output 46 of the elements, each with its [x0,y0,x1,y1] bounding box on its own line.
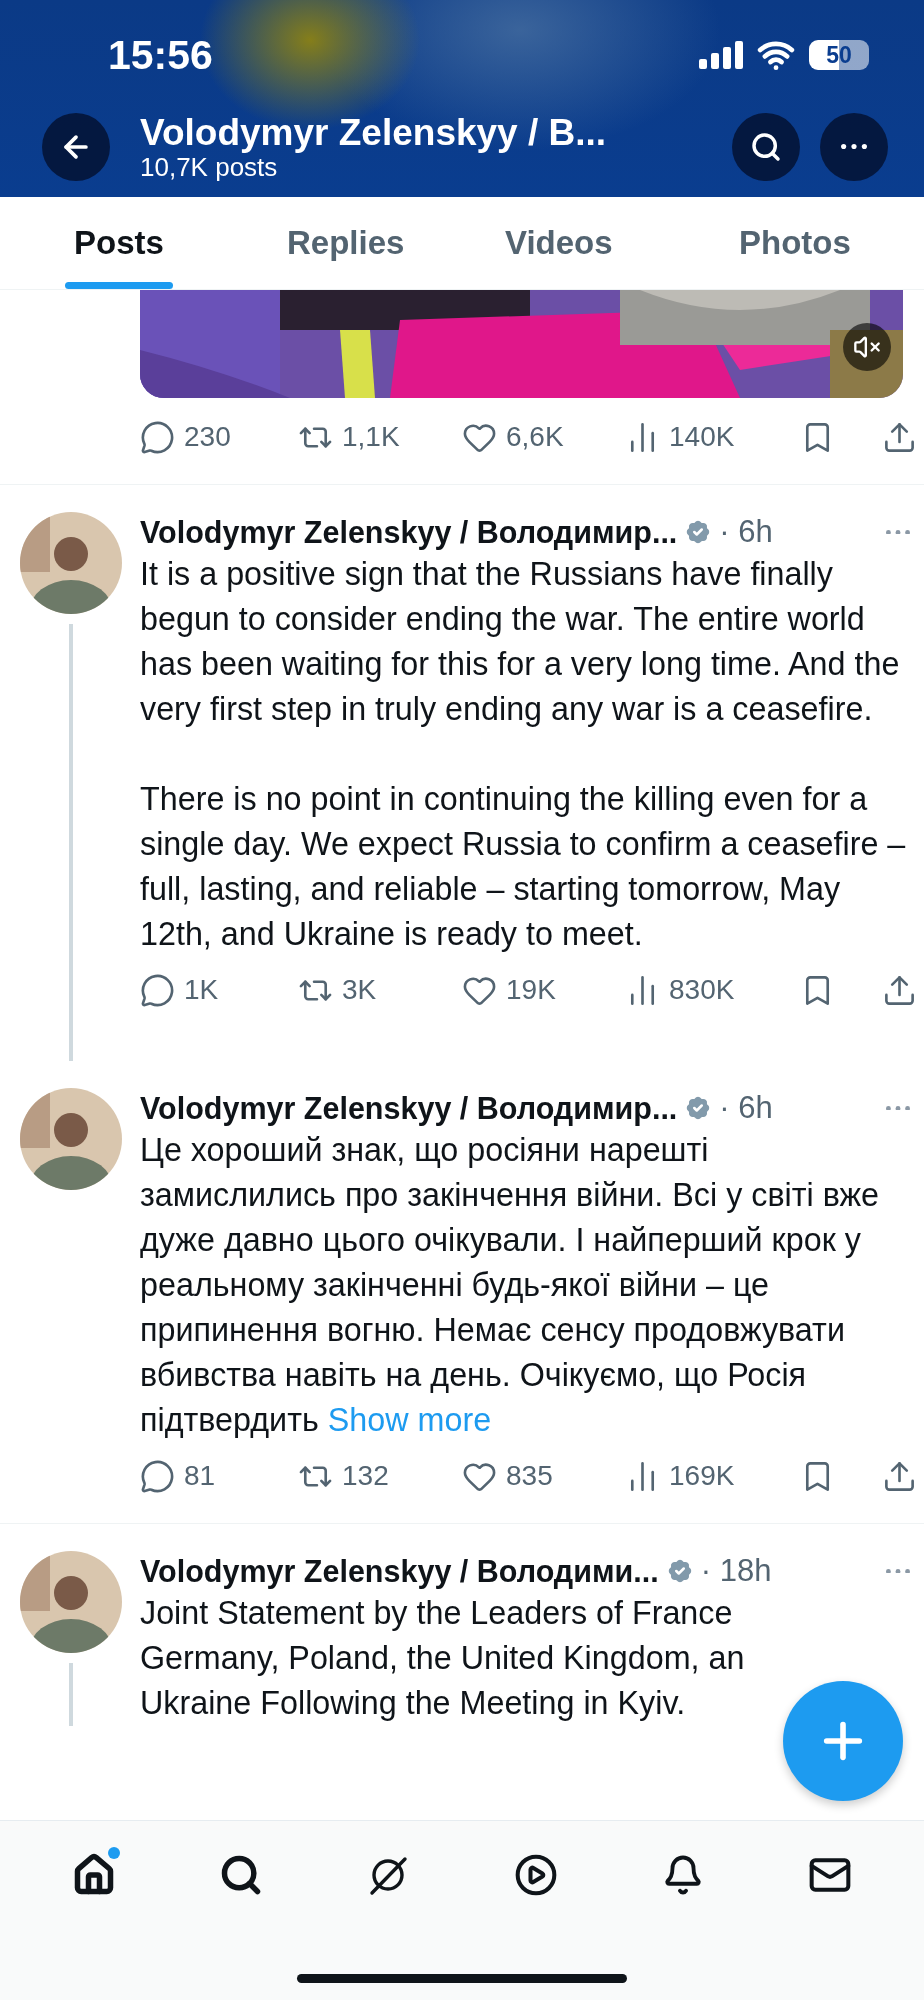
play-icon [513,1853,558,1897]
reply-button[interactable]: 1K [140,972,219,1008]
mute-button[interactable] [843,323,891,371]
more-button[interactable] [886,529,910,535]
post-time: · 6h [719,514,773,550]
post-time: · 18h [700,1553,772,1589]
reply-button[interactable]: 230 [140,419,231,455]
more-icon [886,529,910,535]
reply-button[interactable]: 81 [140,1458,216,1494]
more-icon [841,143,867,150]
repost-button[interactable]: 3K [298,972,377,1008]
bell-icon [662,1854,704,1896]
post-text: Це хороший знак, що росіяни нарешті замислились про закінчення війни. Всі у світі вже дуже давно цього очікували. І найперший крок у реальному закінченні будь-якої війни – це припинення вогню. Немає сенсу продовжувати вбивства навіть на день. Очікуємо, що Росія підтвердить Show more [140,1131,881,1440]
views-button[interactable]: 830K [625,972,735,1008]
like-button[interactable]: 6,6K [462,419,564,455]
post-text: It is a positive sign that the Russians have finally begun to consider ending the war. The entire world has been waiting for this for a very long time. And the very first step in truly ending any war is a ceasefire. There is no point in continuing the killing even for a single day. We expect Russia to confirm a ceasefire – full, lasting, and reliable – starting tomorrow, May 12th, and Ukraine is ready to meet. [140,555,907,954]
author-name[interactable]: Volodymyr Zelenskyy / Володими... [140,1553,659,1589]
more-button[interactable] [886,1568,910,1574]
tab[interactable]: Posts [65,197,173,289]
repost-button[interactable]: 1,1K [298,419,400,455]
profile-name: Volodymyr Zelenskyy / В... [140,112,608,153]
more-button[interactable] [886,1105,910,1111]
clock: 15:56 [108,33,213,77]
post-count: 10,7K posts [140,152,278,181]
views-button[interactable]: 140K [625,419,735,455]
signal-icon [699,41,743,69]
post-text: Joint Statement by the Leaders of France Germany, Poland, the United Kingdom, an Ukraine Following the Meeting in Kyiv. [140,1594,745,1723]
like-button[interactable]: 19K [462,972,556,1008]
views-button[interactable]: 169K [625,1458,735,1494]
more-icon [886,1568,910,1574]
author-name[interactable]: Volodymyr Zelenskyy / Володимир... [140,514,678,550]
speech-bubble-icon [140,419,175,455]
more-icon [886,1105,910,1111]
tab[interactable]: Replies [278,197,414,289]
speech-bubble-icon [140,972,175,1008]
author-name[interactable]: Volodymyr Zelenskyy / Володимир... [140,1090,678,1126]
battery-icon: 50 [809,40,869,70]
tab[interactable]: Videos [496,197,622,289]
repost-button[interactable]: 132 [298,1458,389,1494]
search-icon [750,130,782,163]
speech-bubble-icon [140,1458,175,1494]
post-time: · 6h [719,1090,773,1126]
search-icon [219,1853,263,1897]
compose-button[interactable] [783,1681,903,1801]
tab[interactable]: Photos [730,197,860,289]
like-button[interactable]: 835 [462,1458,553,1494]
